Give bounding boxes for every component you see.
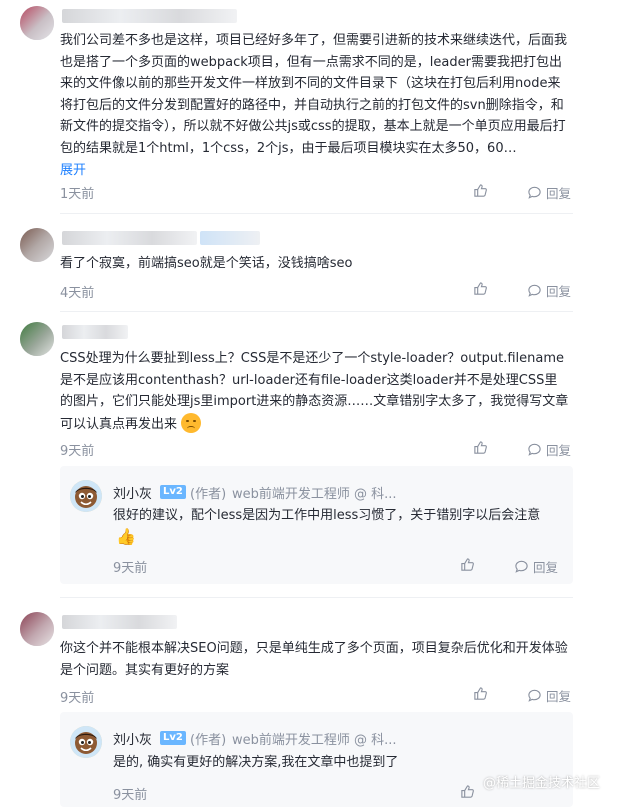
thumbs-up-icon — [461, 785, 474, 798]
reply-time: 9天前 — [113, 561, 148, 576]
author-avatar[interactable] — [70, 726, 102, 758]
watermark: @稀土掘金技术社区 — [483, 776, 601, 791]
author-tag: (作者) — [190, 733, 227, 748]
thumbs-up-icon — [474, 184, 487, 197]
thumbs-up-icon — [474, 687, 487, 700]
author-title: web前端开发工程师 @ 科... — [232, 487, 397, 502]
reply-time: 9天前 — [113, 788, 148, 803]
level-badge: Lv2 — [160, 485, 186, 499]
comment-bubble-icon — [515, 560, 528, 573]
thumbs-up-icon — [474, 441, 487, 454]
level-badge: Lv2 — [160, 731, 186, 745]
avatar[interactable] — [20, 612, 54, 646]
user-badge-blurred — [200, 231, 260, 245]
expand-link[interactable]: 展开 — [60, 159, 86, 178]
reply-button[interactable]: 回复 — [527, 686, 571, 705]
sad-emoji-icon — [181, 412, 202, 433]
reply-text: 很好的建议，配个less是因为工作中用less习惯了，关于错别字以后会注意 — [113, 508, 541, 523]
like-button[interactable] — [473, 686, 488, 701]
comment-text: 我们公司差不多也是这样，项目已经好多年了，但需要引进新的技术来继续迭代，后面我也… — [60, 33, 568, 156]
reply-label: 回复 — [546, 443, 572, 458]
thumbs-up-icon — [461, 558, 474, 571]
comment-time: 4天前 — [60, 286, 95, 301]
thumbs-up-emoji-icon: 👍 — [116, 527, 136, 546]
divider — [60, 311, 573, 312]
divider — [60, 213, 573, 214]
avatar[interactable] — [20, 322, 54, 356]
like-button[interactable] — [473, 281, 488, 296]
comment-text-content: CSS处理为什么要扯到less上？CSS是不是还少了一个style-loader… — [60, 351, 569, 432]
like-button[interactable] — [460, 784, 475, 799]
thumbs-up-icon — [474, 282, 487, 295]
like-button[interactable] — [473, 183, 488, 198]
avatar[interactable] — [20, 6, 54, 40]
comment-text: CSS处理为什么要扯到less上？CSS是不是还少了一个style-loader… — [60, 348, 570, 435]
comment-bubble-icon — [528, 689, 541, 702]
author-tag: (作者) — [190, 487, 227, 502]
like-button[interactable] — [473, 440, 488, 455]
reply-button[interactable]: 回复 — [527, 440, 571, 459]
author-name[interactable]: 刘小灰 — [113, 729, 152, 748]
username-blurred[interactable] — [62, 9, 237, 23]
author-avatar[interactable] — [70, 480, 102, 512]
comment-time: 9天前 — [60, 444, 95, 459]
comment-text: 你这个并不能根本解决SEO问题，只是单纯生成了多个页面，项目复杂后优化和开发体验… — [60, 641, 568, 678]
reply-button[interactable]: 回复 — [514, 557, 558, 576]
username-blurred[interactable] — [62, 325, 128, 339]
reply-label: 回复 — [533, 560, 559, 575]
author-title: web前端开发工程师 @ 科... — [232, 733, 397, 748]
comment-bubble-icon — [528, 284, 541, 297]
reply-button[interactable]: 回复 — [527, 281, 571, 300]
reply-label: 回复 — [546, 186, 572, 201]
reply-label: 回复 — [546, 689, 572, 704]
comment-bubble-icon — [528, 186, 541, 199]
cartoon-avatar-icon — [70, 726, 102, 758]
reply-text: 是的, 确实有更好的解决方案,我在文章中也提到了 — [113, 755, 399, 770]
like-button[interactable] — [460, 557, 475, 572]
comment-text: 看了个寂寞，前端搞seo就是个笑话，没钱搞啥seo — [60, 256, 353, 271]
reply-box: 刘小灰 Lv2 (作者) web前端开发工程师 @ 科... 是的, 确实有更好… — [60, 712, 573, 807]
reply-label: 回复 — [546, 284, 572, 299]
username-blurred[interactable] — [62, 231, 197, 245]
reply-box: 刘小灰 Lv2 (作者) web前端开发工程师 @ 科... 很好的建议，配个l… — [60, 466, 573, 584]
comment-time: 9天前 — [60, 691, 95, 706]
comment-bubble-icon — [528, 443, 541, 456]
comment-time: 1天前 — [60, 187, 95, 202]
author-name[interactable]: 刘小灰 — [113, 483, 152, 502]
username-blurred[interactable] — [62, 615, 177, 629]
reply-button[interactable]: 回复 — [527, 183, 571, 202]
cartoon-avatar-icon — [70, 480, 102, 512]
avatar[interactable] — [20, 228, 54, 262]
divider — [60, 597, 573, 598]
